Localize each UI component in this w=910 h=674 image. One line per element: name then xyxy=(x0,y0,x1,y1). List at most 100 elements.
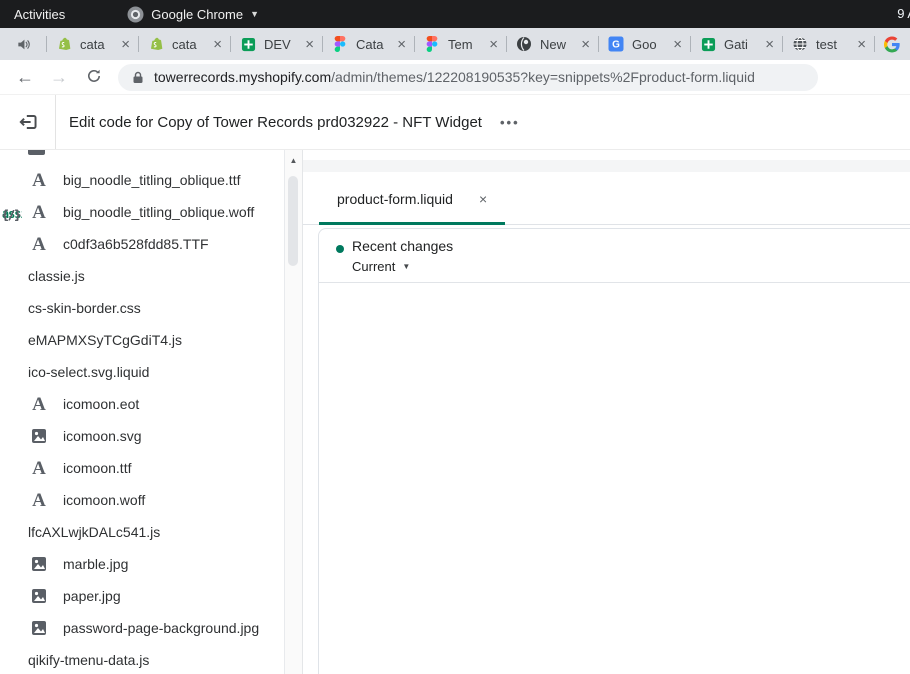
tab-close-icon[interactable]: × xyxy=(213,37,222,52)
file-name: icomoon.woff xyxy=(63,492,145,508)
browser-tab-label: Gati xyxy=(724,37,761,52)
file-sidebar: Abig_noodle_titling_oblique.ttfAbig_nood… xyxy=(0,150,302,674)
tab-close-icon[interactable]: × xyxy=(857,37,866,52)
overflow-menu-button[interactable]: ••• xyxy=(500,95,520,150)
file-name: classie.js xyxy=(28,268,85,284)
browser-tab-Gati[interactable]: Gati × xyxy=(690,28,782,60)
tab-audio-indicator[interactable] xyxy=(0,28,46,60)
file-list-item[interactable]: {/}286 {% endif %}287288 {%- if enable_d… xyxy=(0,260,285,292)
image-file-icon xyxy=(28,586,50,606)
file-name: password-page-background.jpg xyxy=(63,620,259,636)
file-name: marble.jpg xyxy=(63,556,128,572)
font-file-icon: A xyxy=(28,458,50,478)
activities-button[interactable]: Activities xyxy=(14,7,65,22)
browser-tab-label: Tem xyxy=(448,37,485,52)
file-list-item[interactable]: Ac0df3a6b528fdd85.TTF xyxy=(0,228,285,260)
file-list-item[interactable]: marble.jpg xyxy=(0,548,285,580)
file-list-item[interactable]: password-page-background.jpg xyxy=(0,612,285,644)
code-area[interactable] xyxy=(319,283,910,674)
sheets-favicon-icon xyxy=(700,36,716,52)
globe-favicon-icon xyxy=(792,36,808,52)
file-list-item[interactable]: Abig_noodle_titling_oblique.ttf xyxy=(0,164,285,196)
browser-tab-partial[interactable] xyxy=(874,28,910,60)
scrollbar-thumb[interactable] xyxy=(288,176,298,266)
exit-code-editor-button[interactable] xyxy=(17,110,41,134)
browser-tab-New[interactable]: New× xyxy=(506,28,598,60)
browser-tab-cata[interactable]: cata × xyxy=(138,28,230,60)
browser-tab-Tem[interactable]: Tem × xyxy=(414,28,506,60)
browser-tab-label: Cata xyxy=(356,37,393,52)
tab-close-icon[interactable]: × xyxy=(673,37,682,52)
tab-close-icon[interactable]: × xyxy=(121,37,130,52)
back-button[interactable]: ← xyxy=(16,68,34,86)
font-file-icon: A xyxy=(28,234,50,254)
tab-close-icon[interactable]: × xyxy=(765,37,774,52)
url-domain: towerrecords.myshopify.com xyxy=(154,69,331,85)
file-name: c0df3a6b528fdd85.TTF xyxy=(63,236,209,252)
recent-changes-label: Recent changes xyxy=(352,238,453,254)
code-editor-container: Recent changes Current ▼ xyxy=(318,228,910,674)
browser-tab-DEV[interactable]: DEV× xyxy=(230,28,322,60)
file-list-item[interactable]: {/}lfcAXLwjkDALc541.js xyxy=(0,516,285,548)
file-name: ico-select.svg.liquid xyxy=(28,364,149,380)
app-menu-caret-icon: ▼ xyxy=(250,9,259,19)
file-name: eMAPMXSyTCgGdiT4.js xyxy=(28,332,182,348)
system-clock[interactable]: 9 A xyxy=(897,0,910,28)
version-dropdown[interactable]: Current ▼ xyxy=(352,259,410,274)
reload-button[interactable] xyxy=(86,68,102,87)
file-list: Abig_noodle_titling_oblique.ttfAbig_nood… xyxy=(0,150,285,674)
version-dropdown-label: Current xyxy=(352,259,395,274)
editor-file-tab-close-icon[interactable]: × xyxy=(479,191,487,207)
browser-tab-label: cata xyxy=(172,37,209,52)
darkglobe-favicon-icon xyxy=(516,36,532,52)
browser-tab-strip: cata×cata×DEV×Cata×Tem×New×GGoo×Gati×tes… xyxy=(0,28,910,60)
file-name: paper.jpg xyxy=(63,588,121,604)
browser-tab-Cata[interactable]: Cata × xyxy=(322,28,414,60)
address-bar[interactable]: towerrecords.myshopify.com/admin/themes/… xyxy=(118,64,818,91)
sheets-favicon-icon xyxy=(240,36,256,52)
file-list-item[interactable]: {/}qikify-tmenu-data.js xyxy=(0,644,285,674)
url-text: towerrecords.myshopify.com/admin/themes/… xyxy=(154,69,755,85)
page-header: Edit code for Copy of Tower Records prd0… xyxy=(0,95,910,150)
image-file-icon xyxy=(28,618,50,638)
sidebar-scrollbar[interactable]: ▲ xyxy=(284,150,302,674)
tab-close-icon[interactable]: × xyxy=(581,37,590,52)
file-list-item[interactable]: Abig_noodle_titling_oblique.woff xyxy=(0,196,285,228)
file-list-item[interactable]: paper.jpg xyxy=(0,580,285,612)
reload-icon xyxy=(86,68,102,84)
app-menu[interactable]: Google Chrome ▼ xyxy=(127,6,259,23)
figma-favicon-icon xyxy=(332,36,348,52)
file-name: icomoon.ttf xyxy=(63,460,131,476)
file-list-item[interactable]: icomoon.svg xyxy=(0,420,285,452)
tab-close-icon[interactable]: × xyxy=(305,37,314,52)
editor-file-tab[interactable]: product-form.liquid × xyxy=(319,172,505,225)
browser-tab-test[interactable]: test× xyxy=(782,28,874,60)
tab-close-icon[interactable]: × xyxy=(489,37,498,52)
app-menu-label: Google Chrome xyxy=(151,7,243,22)
forward-button[interactable]: → xyxy=(50,68,68,86)
file-name: lfcAXLwjkDALc541.js xyxy=(28,524,160,540)
browser-tab-label: Goo xyxy=(632,37,669,52)
page-title: Edit code for Copy of Tower Records prd0… xyxy=(69,95,482,150)
file-list-item[interactable]: Aicomoon.eot xyxy=(0,388,285,420)
lock-icon xyxy=(132,71,144,84)
tab-close-icon[interactable]: × xyxy=(397,37,406,52)
screen: Activities Google Chrome ▼ 9 A cata×cata… xyxy=(0,0,910,674)
image-file-icon xyxy=(28,554,50,574)
file-name: icomoon.eot xyxy=(63,396,139,412)
file-list-item[interactable]: {/}eMAPMXSyTCgGdiT4.js xyxy=(0,324,285,356)
figma-favicon-icon xyxy=(424,36,440,52)
file-name: cs-skin-border.css xyxy=(28,300,141,316)
browser-tab-cata[interactable]: cata× xyxy=(46,28,138,60)
file-list-item[interactable]: Aicomoon.ttf xyxy=(0,452,285,484)
font-file-icon: A xyxy=(28,170,50,190)
browser-tab-Goo[interactable]: GGoo× xyxy=(598,28,690,60)
file-list-item[interactable]: {/}cs-skin-border.css xyxy=(0,292,285,324)
shopify-favicon-icon xyxy=(56,36,72,52)
file-list-item[interactable]: {/}ico-select.svg.liquid xyxy=(0,356,285,388)
file-list-item[interactable]: Aicomoon.woff xyxy=(0,484,285,516)
editor-tab-bar: product-form.liquid × xyxy=(303,150,910,225)
scroll-up-arrow-icon[interactable]: ▲ xyxy=(285,156,302,165)
code-file-icon: {/} xyxy=(0,204,22,225)
system-top-bar: Activities Google Chrome ▼ 9 A xyxy=(0,0,910,28)
